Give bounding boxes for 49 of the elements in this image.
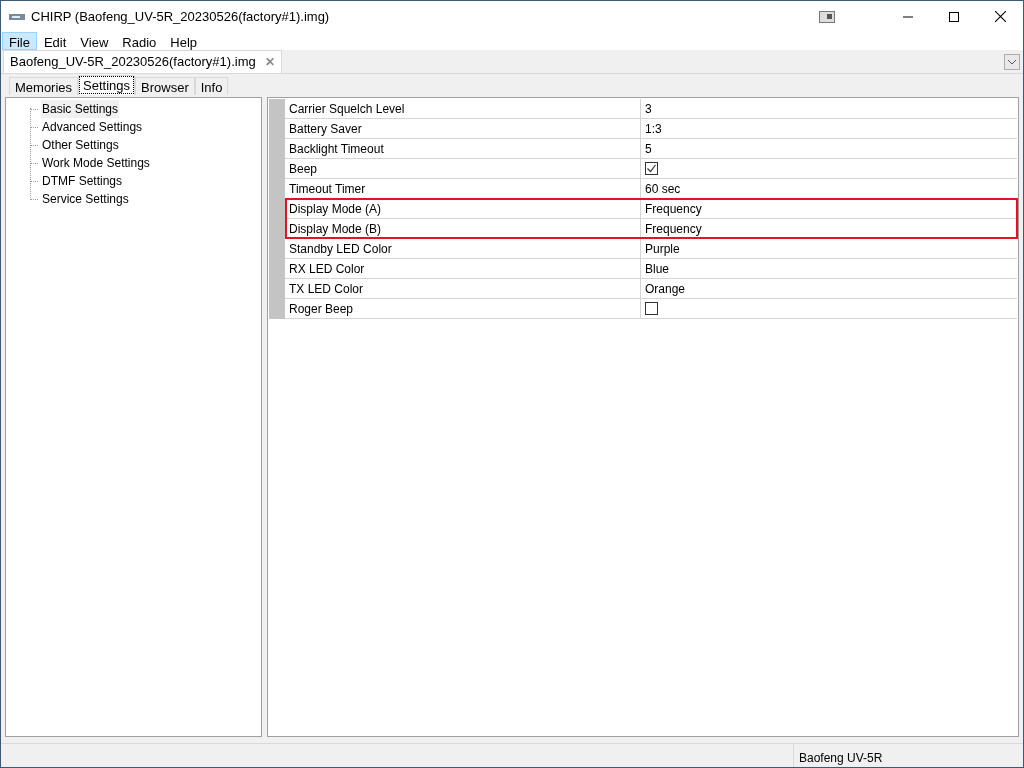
checkbox[interactable]: [645, 162, 658, 175]
setting-name: Display Mode (B): [285, 219, 641, 239]
tab[interactable]: Browser: [135, 77, 195, 95]
row-header[interactable]: [269, 299, 285, 319]
dropdown-button[interactable]: [1004, 54, 1020, 70]
setting-value[interactable]: Frequency: [641, 199, 1017, 219]
tree-item[interactable]: Other Settings: [41, 136, 120, 154]
menu-item[interactable]: Radio: [115, 32, 164, 50]
window-title: CHIRP (Baofeng_UV-5R_20230526(factory#1).img): [31, 7, 330, 26]
tab-close-button[interactable]: ✕: [264, 53, 275, 71]
setting-name: Beep: [285, 159, 641, 179]
setting-value[interactable]: Orange: [641, 279, 1017, 299]
menu-item[interactable]: File: [2, 32, 37, 50]
setting-name: Display Mode (A): [285, 199, 641, 219]
tree-item[interactable]: Service Settings: [41, 190, 130, 208]
setting-value[interactable]: Blue: [641, 259, 1017, 279]
setting-value[interactable]: 5: [641, 139, 1017, 159]
setting-value[interactable]: 60 sec: [641, 179, 1017, 199]
setting-name: RX LED Color: [285, 259, 641, 279]
close-icon: [994, 11, 1006, 22]
tab[interactable]: Memories: [9, 77, 79, 95]
setting-name: Carrier Squelch Level: [285, 99, 641, 119]
tree-item[interactable]: Advanced Settings: [41, 118, 144, 136]
setting-value[interactable]: 1:3: [641, 119, 1017, 139]
menu-item[interactable]: Edit: [36, 32, 74, 50]
setting-name: TX LED Color: [285, 279, 641, 299]
tab[interactable]: Info: [194, 77, 229, 95]
tab[interactable]: Settings: [78, 75, 136, 95]
setting-value[interactable]: Frequency: [641, 219, 1017, 239]
chevron-down-icon: [1008, 59, 1016, 65]
checkbox[interactable]: [645, 302, 658, 315]
menu-item[interactable]: View: [73, 32, 116, 50]
tree-item[interactable]: DTMF Settings: [41, 172, 123, 190]
tree-item[interactable]: Work Mode Settings: [41, 154, 151, 172]
menu-item[interactable]: Help: [163, 32, 205, 50]
setting-name: Battery Saver: [285, 119, 641, 139]
setting-name: Timeout Timer: [285, 179, 641, 199]
app-icon: [9, 12, 25, 21]
setting-name: Backlight Timeout: [285, 139, 641, 159]
setting-name: Standby LED Color: [285, 239, 641, 259]
setting-name: Roger Beep: [285, 299, 641, 319]
maximize-icon: [949, 11, 959, 22]
row-header[interactable]: [269, 99, 285, 119]
setting-value[interactable]: Purple: [641, 239, 1017, 259]
window-mode-icon: [819, 10, 835, 23]
document-tab[interactable]: Baofeng_UV-5R_20230526(factory#1).img ✕: [3, 50, 282, 73]
tree-item[interactable]: Basic Settings: [41, 100, 120, 118]
status-text: Baofeng UV-5R: [798, 750, 883, 767]
setting-value[interactable]: 3: [641, 99, 1017, 119]
